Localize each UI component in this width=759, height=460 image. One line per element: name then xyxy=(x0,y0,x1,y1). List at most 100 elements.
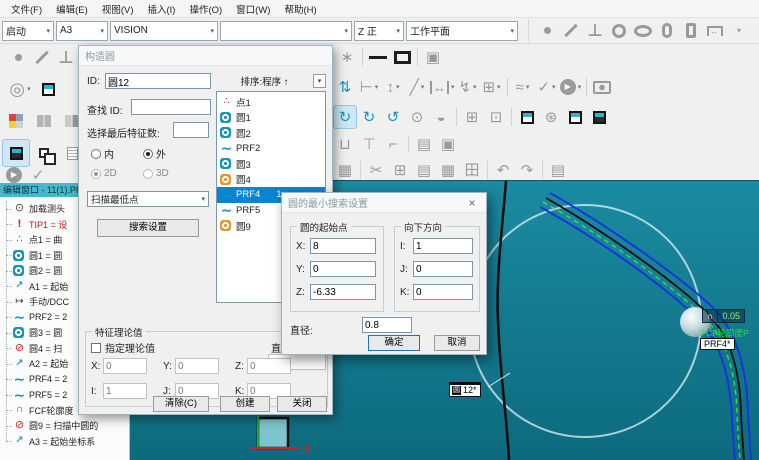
last-features-input[interactable] xyxy=(173,122,209,138)
probe-angle-icon[interactable]: ◒ xyxy=(430,106,452,128)
probe-t-icon[interactable]: ⊤ xyxy=(358,133,380,155)
feature-pin-icon[interactable]: ↕▾ xyxy=(382,76,404,98)
find-id-input[interactable] xyxy=(131,99,211,115)
modal-titlebar[interactable]: 圆的最小搜索设置 × xyxy=(282,193,486,213)
round-slot-feature-icon[interactable] xyxy=(656,20,678,42)
menu-help[interactable]: 帮助(H) xyxy=(277,0,323,18)
perpendicular-construct-icon[interactable]: ⊥ xyxy=(55,46,77,68)
transform-tool-icon[interactable]: ↯▾ xyxy=(457,76,479,98)
perpendicular-feature-icon[interactable]: ⊥ xyxy=(584,20,606,42)
line-construct-icon[interactable] xyxy=(31,46,53,68)
paste-icon[interactable]: ▤ xyxy=(413,159,435,181)
layout-locked-icon[interactable] xyxy=(31,108,57,134)
modal-x-input[interactable] xyxy=(310,238,376,254)
camera-icon[interactable] xyxy=(591,76,613,98)
dropdown-caret-icon[interactable]: ▾ xyxy=(473,84,477,91)
create-button[interactable]: 创建 xyxy=(220,396,270,412)
path-settings-icon[interactable]: ≈▾ xyxy=(512,76,534,98)
modal-i-input[interactable] xyxy=(413,238,473,254)
redo-icon[interactable]: ↷ xyxy=(516,159,538,181)
cad-transform-icon[interactable]: ⊛ xyxy=(540,106,562,128)
square-slot-feature-icon[interactable] xyxy=(680,20,702,42)
circle12-feature-label[interactable]: 圆 12* xyxy=(449,382,481,397)
dropdown-caret-icon[interactable]: ▾ xyxy=(552,84,556,91)
rotate-3d-icon[interactable]: ↺ xyxy=(382,106,404,128)
box-shield-icon[interactable]: ▣ xyxy=(437,133,459,155)
search-settings-button[interactable]: 搜索设置 xyxy=(97,219,199,237)
radio-inner[interactable]: 内 xyxy=(91,146,114,161)
menu-insert[interactable]: 插入(I) xyxy=(140,0,182,18)
rect-style-icon[interactable] xyxy=(391,46,413,68)
multi-cube-view-icon[interactable] xyxy=(31,140,57,166)
line-tool-icon[interactable]: ╱▾ xyxy=(406,76,428,98)
save-layout-icon[interactable]: ▣ xyxy=(422,46,444,68)
modal-k-input[interactable] xyxy=(413,284,473,300)
feature-list-item[interactable]: 圆3 xyxy=(217,156,325,172)
modal-diameter-input[interactable] xyxy=(362,317,412,333)
line-feature-icon[interactable] xyxy=(560,20,582,42)
id-input[interactable] xyxy=(105,73,211,89)
ok-button[interactable]: 确定 xyxy=(368,335,420,351)
page-shield-icon[interactable]: ▤ xyxy=(413,133,435,155)
probe-axis-gear-icon[interactable]: ⇅ xyxy=(334,76,356,98)
chevron-down-icon[interactable]: ▾ xyxy=(396,27,400,35)
corner-path-icon[interactable]: ⌐ xyxy=(382,133,404,155)
chevron-down-icon[interactable]: ▾ xyxy=(210,27,214,35)
x-input[interactable] xyxy=(103,358,147,374)
window-layout-icon[interactable] xyxy=(3,108,29,134)
grid-settings-icon[interactable]: ▦ xyxy=(437,159,459,181)
width-feature-icon[interactable] xyxy=(704,20,726,42)
print-icon[interactable]: ▤ xyxy=(547,159,569,181)
close-icon[interactable]: × xyxy=(464,196,480,210)
cad-settings-icon[interactable] xyxy=(564,106,586,128)
clear-button[interactable]: 清除(C) xyxy=(153,396,209,412)
menu-view[interactable]: 视图(V) xyxy=(95,0,141,18)
i-input[interactable] xyxy=(103,383,147,399)
y-input[interactable] xyxy=(175,358,219,374)
chevron-down-icon[interactable]: ▾ xyxy=(46,27,50,35)
chevron-down-icon[interactable]: ▾ xyxy=(510,27,514,35)
distance-tool-icon[interactable]: ↔▾ xyxy=(430,76,455,98)
chevron-down-icon[interactable]: ▾ xyxy=(100,27,104,35)
verify-icon[interactable]: ✓▾ xyxy=(536,76,558,98)
workplane-combo[interactable]: 工作平面▾ xyxy=(406,21,518,41)
grid-add-icon[interactable]: 田 xyxy=(461,159,483,181)
menu-window[interactable]: 窗口(W) xyxy=(229,0,277,18)
sort-dropdown-icon[interactable]: ▾ xyxy=(313,74,326,88)
zoom-fit-icon[interactable]: ⊞ xyxy=(461,106,483,128)
dropdown-caret-icon[interactable]: ▾ xyxy=(526,84,530,91)
dropdown-caret-icon[interactable]: ▾ xyxy=(396,84,400,91)
dropdown-caret-icon[interactable]: ▾ xyxy=(421,84,425,91)
chevron-down-icon[interactable]: ▾ xyxy=(201,195,205,203)
sensor-combo[interactable]: VISION▾ xyxy=(110,21,218,41)
modal-z-input[interactable] xyxy=(310,284,376,300)
circle-feature-icon[interactable] xyxy=(608,20,630,42)
dialog-titlebar[interactable]: 构造圆 xyxy=(79,46,332,66)
z-input[interactable] xyxy=(247,358,291,374)
rotate-view-icon[interactable]: ↻ xyxy=(334,106,356,128)
dropdown-caret-icon[interactable]: ▾ xyxy=(451,84,455,91)
fcf-profile-frame[interactable]: ∩ 0.05 xyxy=(702,309,745,323)
toolbar-overflow-icon[interactable]: ▾ xyxy=(728,20,750,42)
cut-icon[interactable]: ✂ xyxy=(365,159,387,181)
method-combo[interactable]: 扫描最低点 ▾ xyxy=(87,191,209,207)
dropdown-caret-icon[interactable]: ▾ xyxy=(578,84,582,91)
mode-combo[interactable]: 启动▾ xyxy=(2,21,54,41)
modal-j-input[interactable] xyxy=(413,261,473,277)
run-icon[interactable]: ▶▾ xyxy=(560,76,582,98)
cad-dark-view-icon[interactable] xyxy=(588,106,610,128)
modal-y-input[interactable] xyxy=(310,261,376,277)
undo-icon[interactable]: ↶ xyxy=(492,159,514,181)
zoom-selection-icon[interactable]: ⊡ xyxy=(485,106,507,128)
menu-operate[interactable]: 操作(O) xyxy=(182,0,229,18)
dropdown-caret-icon[interactable]: ▾ xyxy=(497,84,501,91)
radio-outer[interactable]: 外 xyxy=(143,146,166,161)
copy-window-icon[interactable]: ⊞▾ xyxy=(481,76,503,98)
dropdown-caret-icon[interactable]: ▾ xyxy=(27,86,31,93)
cad-highlight-icon[interactable] xyxy=(516,106,538,128)
clearance-cube-icon[interactable]: ⊔ xyxy=(334,133,356,155)
menu-file[interactable]: 文件(F) xyxy=(4,0,49,18)
feature-list-item[interactable]: PRF2 xyxy=(217,141,325,157)
rotate-circle-icon[interactable]: ↻ xyxy=(358,106,380,128)
ellipse-feature-icon[interactable] xyxy=(632,20,654,42)
